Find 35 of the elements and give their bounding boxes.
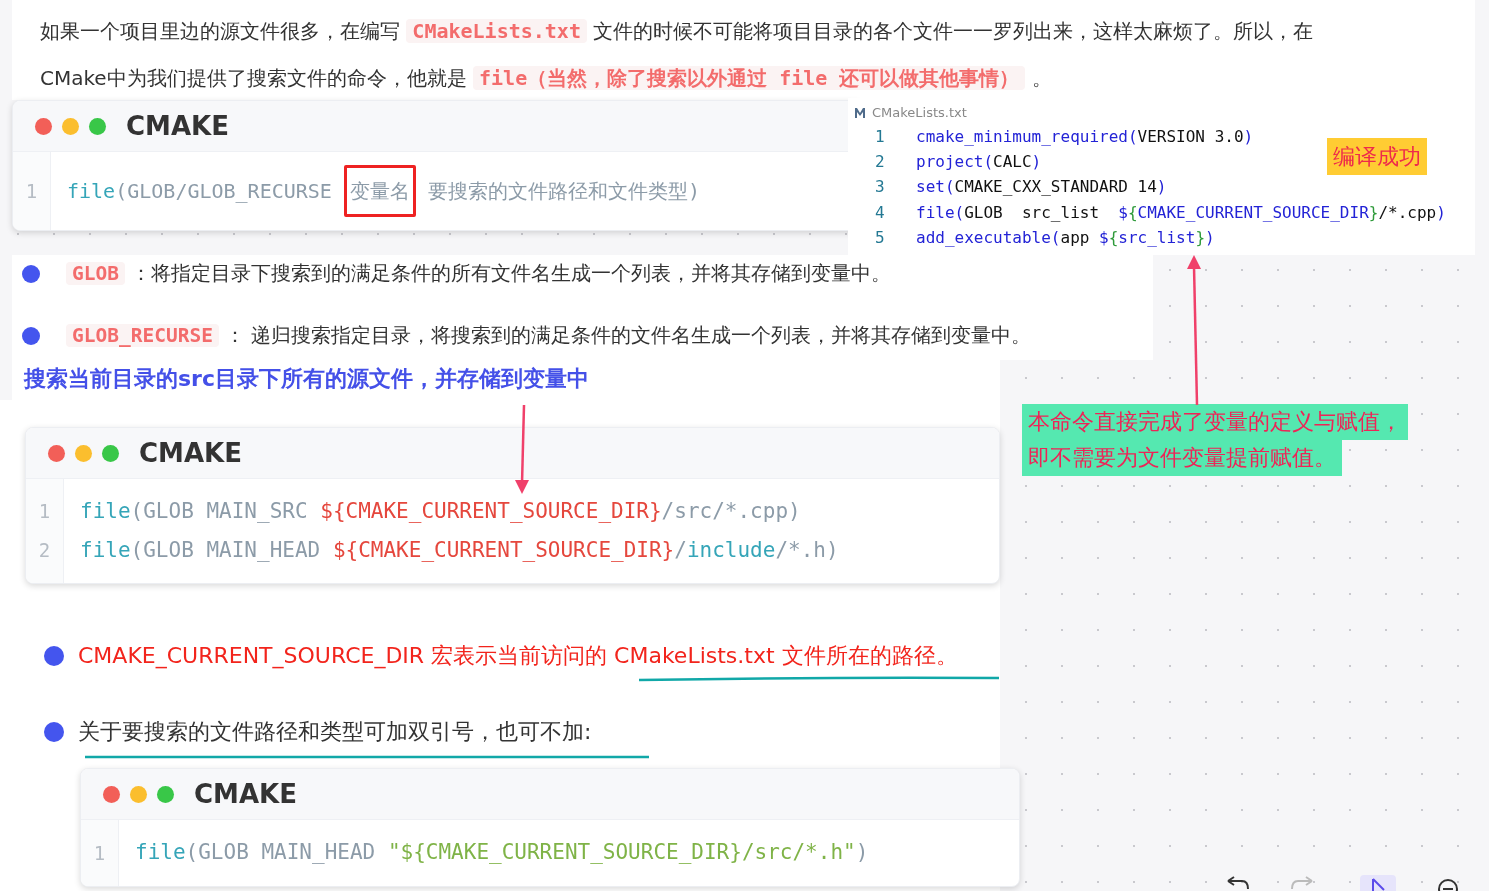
line-number: 5 — [874, 227, 886, 250]
line-number: 4 — [874, 201, 886, 224]
bullet-text: GLOB_RECURSE ： 递归搜索指定目录，将搜索到的满足条件的文件名生成一个列表，并将其存储到变量中。 — [66, 319, 1032, 353]
intro-text: 如果一个项目里边的源文件很多，在编写 CMakeLists.txt 文件的时候不可能将项目目录的各个文件一一罗列出来，这样太麻烦了。所以，在 — [40, 18, 1315, 45]
code-line: set(CMAKE_CXX_STANDARD 14) — [916, 176, 1167, 199]
note-text: 即不需要为文件变量提前赋值。 — [1022, 440, 1342, 476]
line-number: 1 — [874, 125, 886, 148]
code-line: file(GLOB/GLOB_RECURSE 变量名 要搜索的文件路径和文件类型) — [67, 165, 701, 217]
code-line: add_executable(app ${src_list}) — [916, 227, 1215, 250]
line-number: 1 — [38, 499, 51, 525]
file-type-icon — [854, 107, 866, 119]
code-line: file(GLOB src_list ${CMAKE_CURRENT_SOURCE_DIR}/*.cpp) — [916, 201, 1446, 224]
bullet-text: 关于要搜索的文件路径和类型可加双引号，也可不加: — [78, 718, 592, 746]
status-label: 编译成功 — [1327, 138, 1427, 175]
pointer-icon — [1370, 878, 1386, 891]
code-language: CMAKE — [194, 777, 297, 811]
line-number: 1 — [25, 178, 38, 204]
line-number: 2 — [874, 151, 886, 174]
intro-text: CMake中为我们提供了搜索文件的命令，他就是 file（当然，除了搜索以外通过 file 还可以做其他事情） 。 — [40, 65, 1053, 92]
line-number: 3 — [874, 176, 886, 199]
file-name: CMakeLists.txt — [872, 104, 967, 123]
code-line: file(GLOB MAIN_HEAD ${CMAKE_CURRENT_SOURCE_DIR}/include/*.h) — [80, 536, 839, 564]
bullet-text: CMAKE_CURRENT_SOURCE_DIR 宏表示当前访问的 CMakeLists.txt 文件所在的路径。 — [78, 642, 958, 671]
code-line: project(CALC) — [916, 151, 1042, 174]
code-language: CMAKE — [126, 109, 229, 143]
section-heading: 搜索当前目录的src目录下所有的源文件，并存储到变量中 — [24, 365, 589, 393]
line-number: 1 — [93, 840, 106, 866]
code-line: file(GLOB MAIN_HEAD "${CMAKE_CURRENT_SOURCE_DIR}/src/*.h") — [135, 839, 869, 867]
code-line: cmake_minimum_required(VERSION 3.0) — [916, 125, 1254, 148]
code-language: CMAKE — [139, 436, 242, 470]
note-text: 本命令直接完成了变量的定义与赋值， — [1022, 404, 1408, 440]
code-line: file(GLOB MAIN_SRC ${CMAKE_CURRENT_SOURCE_DIR}/src/*.cpp) — [80, 497, 802, 525]
pointer-tool[interactable] — [1360, 875, 1396, 891]
bullet-text: GLOB ：将指定目录下搜索到的满足条件的所有文件名生成一个列表，并将其存储到变量中。 — [66, 257, 892, 291]
line-number: 2 — [38, 538, 51, 564]
